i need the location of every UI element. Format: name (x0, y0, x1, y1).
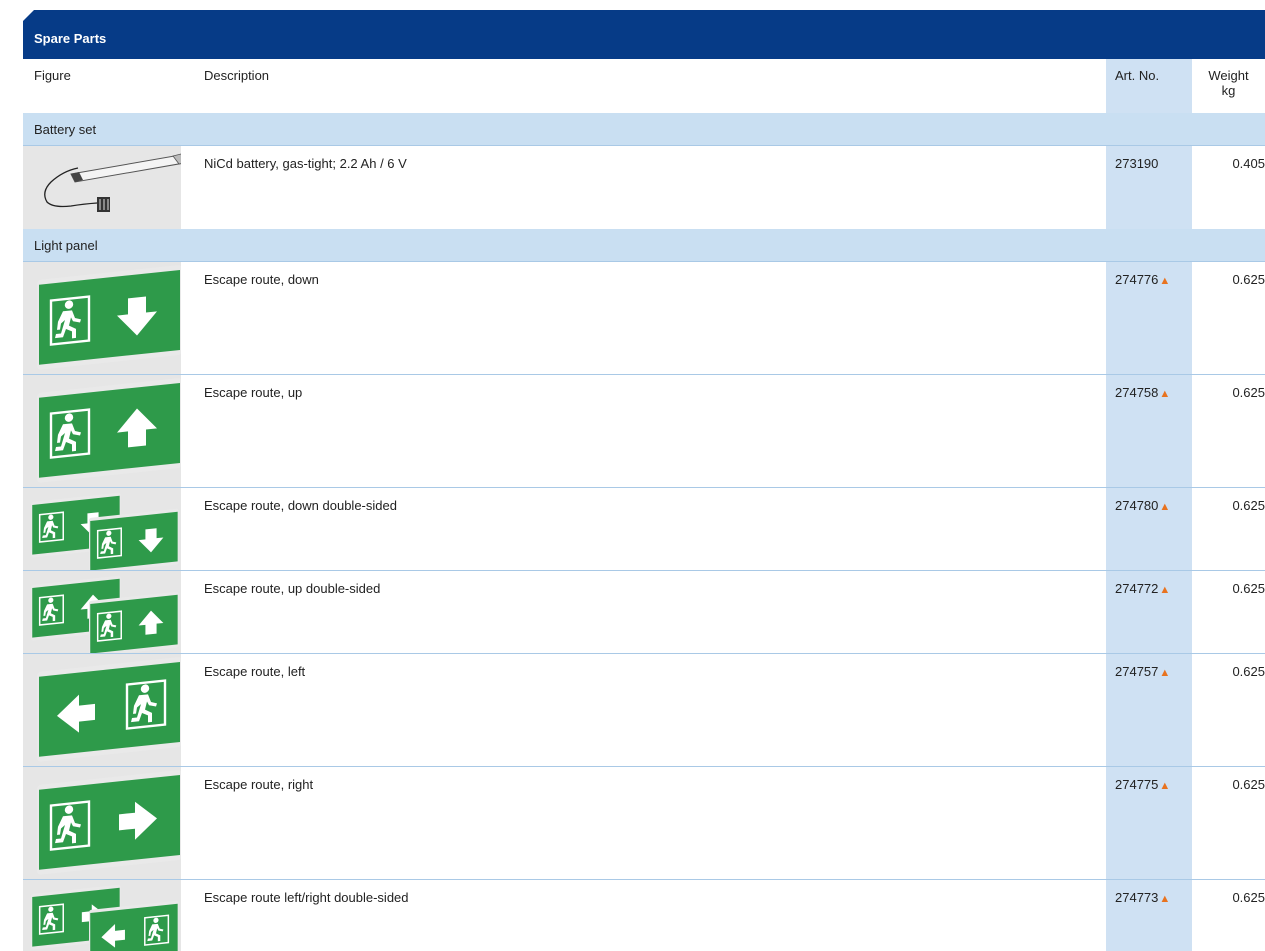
battery-pack-icon (44, 153, 181, 212)
col-weight-unit: kg (1221, 83, 1236, 98)
art-no-value: 273190 (1115, 156, 1159, 171)
triangle-marker-icon: ▲ (1159, 388, 1171, 400)
description-cell: Escape route left/right double-sided (204, 890, 409, 905)
art-no-value: 274757 (1115, 664, 1159, 679)
art-no-value: 274775 (1115, 777, 1159, 792)
col-weight-label: Weight (1208, 68, 1249, 83)
exit-sign-up-double-icon (31, 575, 179, 653)
triangle-marker-icon: ▲ (1159, 667, 1171, 679)
description-cell: Escape route, down double-sided (204, 498, 397, 513)
description-cell: Escape route, down (204, 272, 319, 287)
art-no-cell: 274775▲ (1106, 767, 1192, 879)
table-row: NiCd battery, gas-tight; 2.2 Ah / 6 V 27… (23, 145, 1265, 229)
figure-cell (23, 880, 181, 951)
weight-cell: 0.625 (1232, 777, 1265, 792)
table-row: Escape route left/right double-sided 274… (23, 879, 1265, 951)
figure-cell (23, 262, 181, 374)
exit-sign-down-double-icon (31, 492, 179, 570)
weight-cell: 0.625 (1232, 498, 1265, 513)
group-battery-set: Battery set (23, 113, 1265, 145)
triangle-marker-icon: ▲ (1159, 893, 1171, 905)
art-no-value: 274773 (1115, 890, 1159, 905)
art-no-cell: 274758▲ (1106, 375, 1192, 487)
art-no-cell: 274776▲ (1106, 262, 1192, 374)
figure-cell (23, 767, 181, 879)
art-no-value: 274780 (1115, 498, 1159, 513)
exit-sign-up-icon (37, 378, 181, 483)
group-label: Light panel (34, 238, 98, 253)
column-header-row: Figure Description Art. No. Weight kg (23, 59, 1265, 113)
description-cell: Escape route, up (204, 385, 303, 400)
col-description: Description (204, 68, 270, 83)
spare-parts-header: Spare Parts (23, 10, 1265, 59)
art-no-cell: 274772▲ (1106, 571, 1192, 653)
art-no-cell: 274773▲ (1106, 880, 1192, 951)
art-no-cell: 274780▲ (1106, 488, 1192, 570)
header-title: Spare Parts (34, 31, 107, 46)
description-cell: Escape route, right (204, 777, 314, 792)
description-cell: Escape route, up double-sided (204, 581, 381, 596)
table-row: Escape route, down double-sided 274780▲ … (23, 487, 1265, 570)
table-row: Escape route, left 274757▲ 0.625 (23, 653, 1265, 766)
table-row: Escape route, up 274758▲ 0.625 (23, 374, 1265, 487)
exit-sign-right-icon (37, 770, 181, 875)
triangle-marker-icon: ▲ (1159, 584, 1171, 596)
table-row: Escape route, right 274775▲ 0.625 (23, 766, 1265, 879)
weight-cell: 0.625 (1232, 272, 1265, 287)
triangle-marker-icon: ▲ (1159, 780, 1171, 792)
table-row: Escape route, up double-sided 274772▲ 0.… (23, 570, 1265, 653)
table-row: Escape route, down 274776▲ 0.625 (23, 261, 1265, 374)
weight-cell: 0.625 (1232, 664, 1265, 679)
weight-cell: 0.405 (1232, 156, 1265, 171)
art-no-cell: 274757▲ (1106, 654, 1192, 766)
figure-cell (23, 488, 181, 570)
weight-cell: 0.625 (1232, 890, 1265, 905)
col-figure: Figure (34, 68, 71, 83)
figure-cell (23, 654, 181, 766)
description-cell: Escape route, left (204, 664, 306, 679)
art-no-value: 274758 (1115, 385, 1159, 400)
art-no-value: 274772 (1115, 581, 1159, 596)
weight-cell: 0.625 (1232, 385, 1265, 400)
figure-cell (23, 375, 181, 487)
art-no-cell: 273190 (1106, 146, 1192, 229)
exit-sign-left-right-double-icon (31, 884, 179, 951)
art-no-value: 274776 (1115, 272, 1159, 287)
group-light-panel: Light panel (23, 229, 1265, 261)
exit-sign-left-icon (37, 657, 181, 762)
figure-cell (23, 571, 181, 653)
col-art-no: Art. No. (1106, 59, 1192, 113)
triangle-marker-icon: ▲ (1159, 501, 1171, 513)
group-label: Battery set (34, 122, 97, 137)
exit-sign-down-icon (37, 265, 181, 370)
col-weight: Weight kg (1192, 59, 1265, 113)
weight-cell: 0.625 (1232, 581, 1265, 596)
triangle-marker-icon: ▲ (1159, 275, 1171, 287)
description-cell: NiCd battery, gas-tight; 2.2 Ah / 6 V (204, 156, 407, 171)
figure-cell (23, 146, 181, 229)
